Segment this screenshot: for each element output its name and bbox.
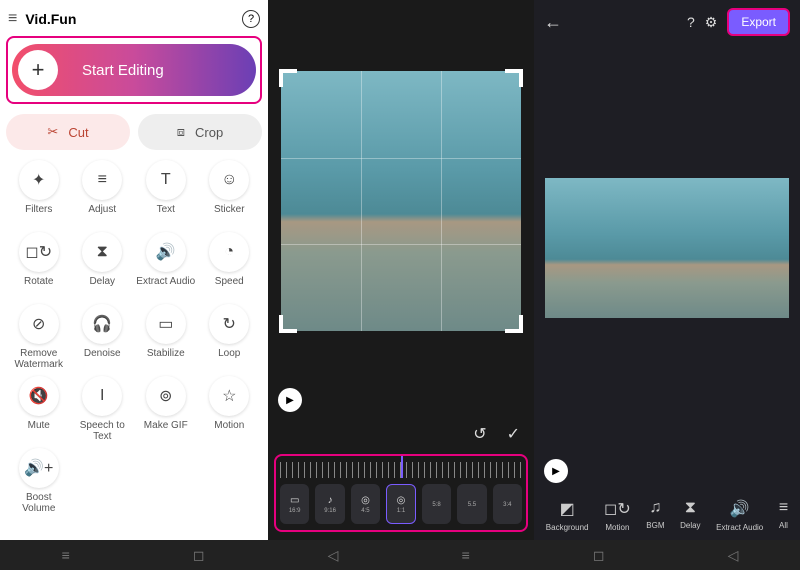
plus-icon: +	[18, 50, 58, 90]
tool-icon: 🔊	[730, 499, 750, 519]
confirm-icon[interactable]: ✓	[507, 424, 520, 444]
ratio-4-5[interactable]: ◎4:5	[351, 484, 380, 524]
tool-icon: T	[146, 160, 186, 200]
export-tool-background[interactable]: ◩Background	[546, 499, 589, 532]
tool-icon: ☺	[209, 160, 249, 200]
tool-icon: ♫	[649, 499, 661, 517]
ratio-1-1[interactable]: ◎1:1	[386, 484, 416, 524]
tool-icon: ↻	[209, 304, 249, 344]
aspect-ratio-highlight: ▭16:9♪9:16◎4:5◎1:15:85.53:4	[274, 454, 528, 532]
tool-adjust[interactable]: ≡Adjust	[72, 160, 134, 226]
tool-loop[interactable]: ↻Loop	[199, 304, 261, 370]
export-button[interactable]: Export	[727, 8, 790, 36]
tool-sticker[interactable]: ☺Sticker	[199, 160, 261, 226]
start-editing-button[interactable]: + Start Editing	[12, 44, 256, 96]
export-tool-motion[interactable]: ◻↻Motion	[604, 499, 631, 532]
recent-icon[interactable]: ≡	[62, 547, 70, 563]
tool-icon: ▭	[146, 304, 186, 344]
tool-icon: ⊚	[146, 376, 186, 416]
menu-icon[interactable]: ≡	[8, 10, 17, 28]
tool-icon: ✦	[19, 160, 59, 200]
crop-frame[interactable]	[281, 71, 521, 331]
tool-mute[interactable]: 🔇Mute	[8, 376, 70, 442]
tool-icon: 🎧	[82, 304, 122, 344]
tool-icon: ◔	[209, 232, 249, 272]
tool-denoise[interactable]: 🎧Denoise	[72, 304, 134, 370]
android-navbar: ≡ ◻ ◁ ≡ ◻ ◁	[0, 540, 800, 570]
tool-extract-audio[interactable]: 🔊Extract Audio	[135, 232, 197, 298]
app-title: Vid.Fun	[25, 11, 234, 27]
tool-delay[interactable]: ⧗Delay	[72, 232, 134, 298]
help-icon[interactable]: ?	[242, 10, 260, 28]
tool-make-gif[interactable]: ⊚Make GIF	[135, 376, 197, 442]
tool-icon: ◻↻	[19, 232, 59, 272]
ratio-5.5[interactable]: 5.5	[457, 484, 486, 524]
ratio-5-8[interactable]: 5:8	[422, 484, 451, 524]
home-icon[interactable]: ◻	[193, 547, 205, 564]
export-tool-extract-audio[interactable]: 🔊Extract Audio	[716, 499, 763, 532]
help-icon[interactable]: ?	[687, 14, 695, 30]
ratio-9-16[interactable]: ♪9:16	[315, 484, 344, 524]
home-icon[interactable]: ◻	[593, 547, 605, 564]
settings-icon[interactable]: ⚙	[705, 14, 718, 31]
recent-icon[interactable]: ≡	[462, 547, 470, 563]
tool-icon: ⧗	[685, 499, 696, 517]
tool-stabilize[interactable]: ▭Stabilize	[135, 304, 197, 370]
start-editing-highlight: + Start Editing	[6, 36, 262, 104]
tool-icon: ◩	[560, 499, 575, 519]
start-editing-label: Start Editing	[82, 62, 164, 79]
tool-motion[interactable]: ☆Motion	[199, 376, 261, 442]
export-panel: ← ? ⚙ Export ▶ ◩Background ◻↻Motion ♫BGM ⧗D…	[534, 0, 800, 540]
tool-text[interactable]: TText	[135, 160, 197, 226]
ratio-16-9[interactable]: ▭16:9	[280, 484, 309, 524]
tool-boost-volume[interactable]: 🔊+Boost Volume	[8, 448, 70, 514]
export-tool-delay[interactable]: ⧗Delay	[680, 499, 700, 532]
tool-rotate[interactable]: ◻↻Rotate	[8, 232, 70, 298]
video-preview	[268, 0, 534, 382]
export-tool-all[interactable]: ≡All	[779, 499, 788, 532]
crop-button[interactable]: ⧈ Crop	[138, 114, 262, 150]
tool-icon: ≡	[82, 160, 122, 200]
tool-remove-watermark[interactable]: ⊘Remove Watermark	[8, 304, 70, 370]
timeline-ruler[interactable]	[280, 462, 522, 478]
tool-icon: I	[82, 376, 122, 416]
tool-icon: ⊘	[19, 304, 59, 344]
tool-speech-to-text[interactable]: ISpeech to Text	[72, 376, 134, 442]
tool-icon: ≡	[779, 499, 788, 517]
crop-editor-panel: ▶ ↺ ✓ ▭16:9♪9:16◎4:5◎1:15:85.53:4	[268, 0, 534, 540]
back-icon[interactable]: ←	[544, 12, 562, 33]
tool-icon: 🔊+	[19, 448, 59, 488]
export-tool-bgm[interactable]: ♫BGM	[646, 499, 664, 532]
tool-icon: ◻↻	[604, 499, 631, 519]
tool-icon: ☆	[209, 376, 249, 416]
scissors-icon: ✂	[47, 124, 58, 140]
tools-panel: ≡ Vid.Fun ? + Start Editing ✂ Cut ⧈ Crop…	[0, 0, 268, 540]
reset-icon[interactable]: ↺	[473, 424, 486, 444]
tool-speed[interactable]: ◔Speed	[199, 232, 261, 298]
play-button[interactable]: ▶	[544, 459, 568, 483]
cut-button[interactable]: ✂ Cut	[6, 114, 130, 150]
crop-icon: ⧈	[177, 124, 185, 140]
play-button[interactable]: ▶	[278, 388, 302, 412]
back-nav-icon[interactable]: ◁	[328, 547, 339, 564]
tool-icon: ⧗	[82, 232, 122, 272]
tool-icon: 🔇	[19, 376, 59, 416]
ratio-3-4[interactable]: 3:4	[493, 484, 522, 524]
video-preview-small	[545, 178, 789, 318]
tool-filters[interactable]: ✦Filters	[8, 160, 70, 226]
back-nav-icon[interactable]: ◁	[728, 547, 739, 564]
tool-icon: 🔊	[146, 232, 186, 272]
